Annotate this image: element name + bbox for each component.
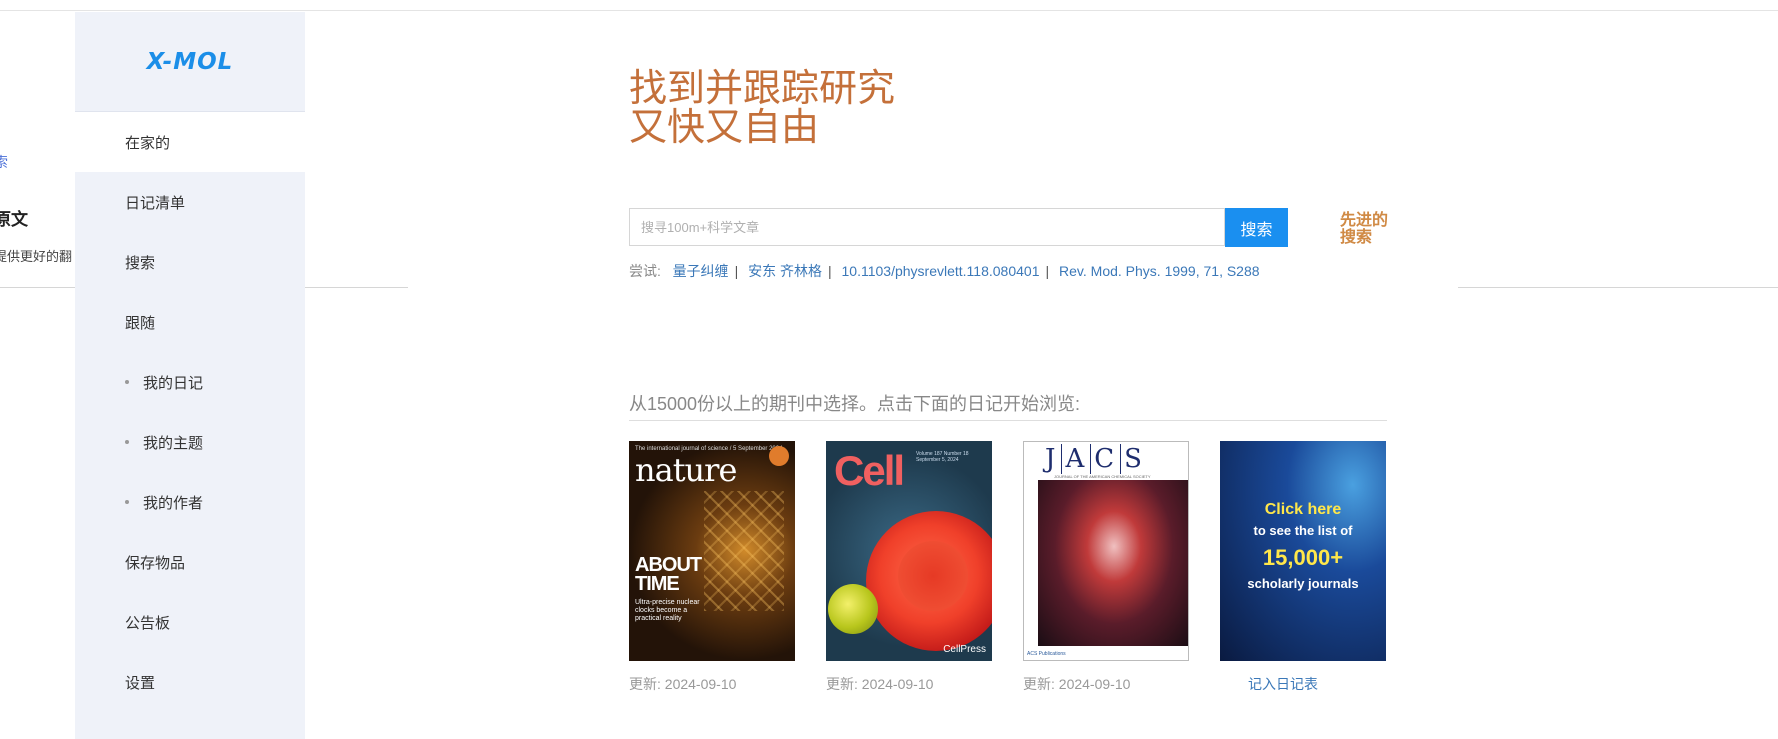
cover-headline: ABOUT TIME — [635, 554, 702, 595]
xmol-logo[interactable]: X-MOL — [147, 49, 234, 75]
suggestion-link[interactable]: 安东 齐林格 — [748, 263, 822, 279]
journal-list-link[interactable]: 记入日记表 — [1248, 674, 1318, 694]
cover-artwork-inner — [898, 541, 968, 611]
cover-updated-date: 更新: 2024-09-10 — [826, 676, 934, 692]
cover-blurb: Ultra-precise nuclear clocks become a pr… — [635, 599, 700, 622]
background-text-3: 提供更好的翻 — [0, 249, 73, 264]
try-label: 尝试: — [629, 263, 661, 279]
cover-publisher: ACS Publications — [1027, 651, 1066, 657]
background-text-2: 原文 — [0, 210, 28, 229]
sidebar-item-label: 保存物品 — [125, 554, 186, 572]
cover-updated-date: 更新: 2024-09-10 — [1023, 676, 1131, 692]
bullet-icon — [125, 500, 129, 504]
sidebar-item-settings[interactable]: 设置 — [75, 652, 305, 712]
sidebar-item-label: 公告板 — [125, 614, 171, 632]
sidebar-item-search[interactable]: 搜索 — [75, 232, 305, 292]
background-page-fragment: 索 原文 提供更好的翻 — [0, 0, 80, 300]
sidebar-item-label: 日记清单 — [125, 194, 186, 212]
cover-updated-date: 更新: 2024-09-10 — [629, 676, 737, 692]
more-cover-line-4: scholarly journals — [1247, 576, 1359, 591]
suggestion-link[interactable]: Rev. Mod. Phys. 1999, 71, S288 — [1059, 263, 1260, 279]
hero-line-1: 找到并跟踪研究 — [629, 68, 896, 110]
sidebar-item-journal-list[interactable]: 日记清单 — [75, 172, 305, 232]
journals-section-divider — [629, 420, 1387, 421]
more-cover-line-1: Click here — [1264, 501, 1342, 518]
bullet-icon — [125, 440, 129, 444]
journal-cover-jacs[interactable]: JACS JOURNAL OF THE AMERICAN CHEMICAL SO… — [1023, 441, 1189, 661]
cover-masthead: Cell — [834, 447, 905, 494]
suggestion-link[interactable]: 10.1103/physrevlett.118.080401 — [842, 263, 1040, 279]
hero-line-2: 又快又自由 — [629, 107, 820, 149]
sidebar-item-label: 我的作者 — [143, 494, 204, 512]
advanced-search-label-1: 先进的 — [1340, 212, 1389, 229]
bullet-icon — [125, 380, 129, 384]
journal-cover-cell[interactable]: Cell Volume 187 Number 18 September 5, 2… — [826, 441, 992, 661]
sidebar-item-label: 我的主题 — [143, 434, 204, 452]
search-box — [629, 208, 1225, 246]
cover-meta: Volume 187 Number 18 September 5, 2024 — [916, 451, 969, 463]
sidebar-item-follow[interactable]: 跟随 — [75, 292, 305, 352]
cover-masthead: nature — [635, 451, 737, 489]
hero-heading: 找到并跟踪研究 又快又自由 — [629, 70, 895, 148]
cover-artwork — [704, 491, 784, 611]
sidebar-item-label: 搜索 — [125, 254, 156, 272]
search-button[interactable]: 搜索 — [1225, 208, 1288, 247]
sidebar-item-saved-items[interactable]: 保存物品 — [75, 532, 305, 592]
advanced-search-link[interactable]: 先进的 搜索 — [1340, 212, 1400, 246]
journal-cover-nature[interactable]: The international journal of science / 5… — [629, 441, 795, 661]
cover-publisher: CellPress — [943, 644, 986, 655]
sidebar-item-label: 设置 — [125, 674, 156, 692]
cover-artwork-secondary — [828, 584, 878, 634]
logo-area: X-MOL — [75, 12, 305, 112]
more-cover-line-2: to see the list of — [1253, 523, 1353, 538]
journals-section-title: 从15000份以上的期刊中选择。点击下面的日记开始浏览: — [629, 394, 1081, 414]
cover-subtitle: JOURNAL OF THE AMERICAN CHEMICAL SOCIETY — [1054, 474, 1151, 479]
background-text-1: 索 — [0, 154, 8, 170]
cover-badge-icon — [769, 446, 789, 466]
search-input[interactable] — [630, 209, 1224, 245]
sidebar-item-my-journals[interactable]: 我的日记 — [75, 352, 305, 412]
sidebar: X-MOL 在家的 日记清单 搜索 跟随 我的日记 我的主题 我的作者 保存物品… — [75, 12, 305, 739]
search-suggestions: 尝试: 量子纠缠 | 安东 齐林格 | 10.1103/physrevlett.11… — [629, 263, 1260, 279]
sidebar-item-label: 跟随 — [125, 314, 156, 332]
advanced-search-label-2: 搜索 — [1340, 229, 1373, 246]
suggestion-link[interactable]: 量子纠缠 — [673, 263, 729, 279]
sidebar-item-my-authors[interactable]: 我的作者 — [75, 472, 305, 532]
cover-masthead: JACS — [1042, 444, 1148, 474]
sidebar-item-label: 在家的 — [125, 134, 171, 152]
sidebar-item-bulletin-board[interactable]: 公告板 — [75, 592, 305, 652]
journal-cover-more[interactable]: Click here to see the list of 15,000+ sc… — [1220, 441, 1386, 661]
sidebar-item-my-topics[interactable]: 我的主题 — [75, 412, 305, 472]
more-cover-line-3: 15,000+ — [1262, 545, 1344, 570]
top-divider — [0, 10, 1778, 11]
sidebar-item-home[interactable]: 在家的 — [75, 112, 305, 172]
background-divider-right — [1458, 287, 1778, 288]
sidebar-item-label: 我的日记 — [143, 374, 204, 392]
cover-artwork — [1038, 480, 1188, 646]
